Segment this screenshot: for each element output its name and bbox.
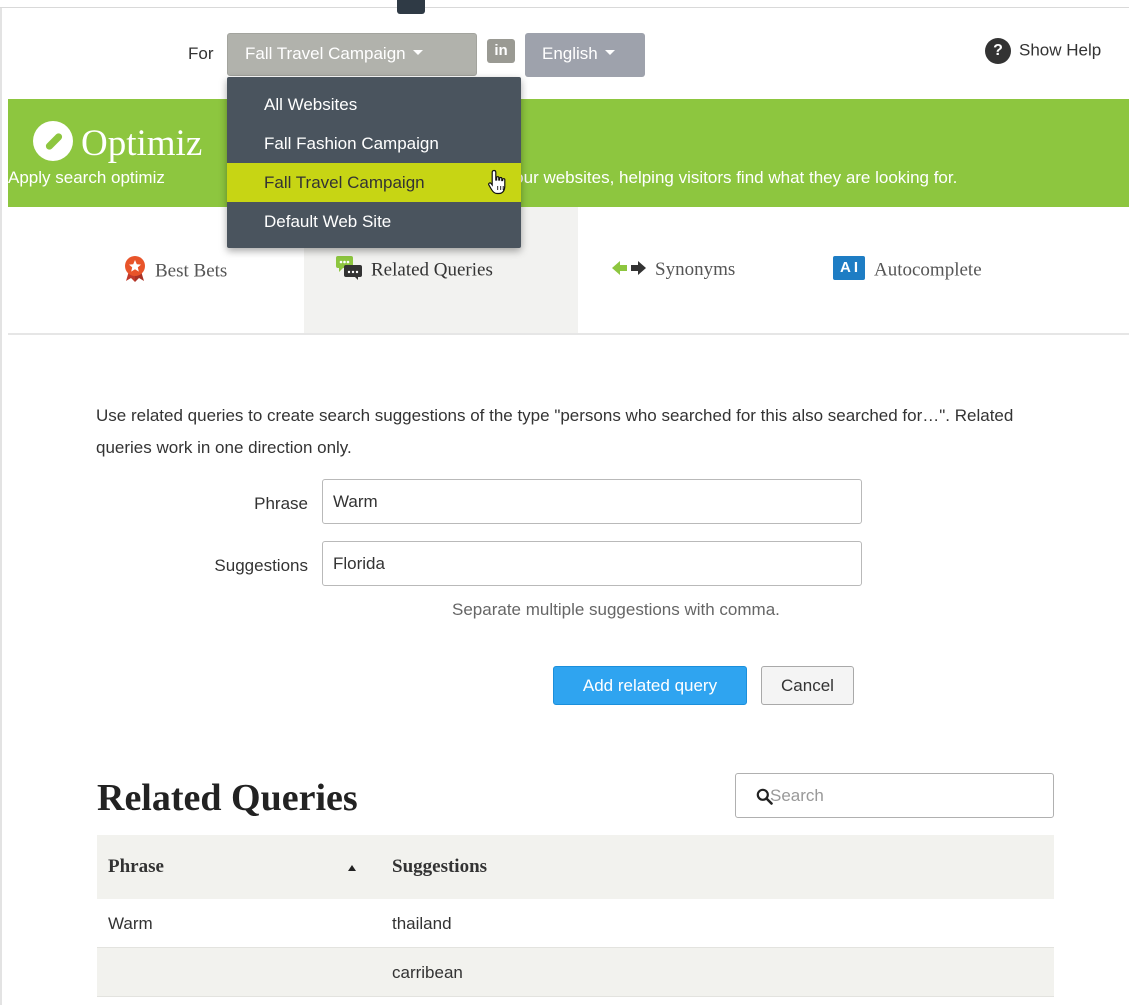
question-icon: ? [985, 38, 1011, 64]
site-selector[interactable]: Fall Travel Campaign [227, 33, 477, 76]
column-header-phrase[interactable]: Phrase [108, 856, 164, 878]
phrase-label: Phrase [254, 494, 308, 513]
hand-cursor-icon [488, 169, 506, 195]
suggestions-hint: Separate multiple suggestions with comma… [452, 600, 780, 619]
table-header: Phrase Suggestions [97, 835, 1054, 899]
page-title: Optimiz [33, 121, 202, 165]
page-banner: Optimiz Apply search optimiz n on your we… [8, 99, 1129, 207]
column-header-suggestions[interactable]: Suggestions [392, 856, 487, 878]
cancel-button[interactable]: Cancel [761, 666, 854, 705]
tab-bar: Best Bets Related Queries Synonyms A I Au… [8, 207, 1129, 335]
menu-item-fall-fashion-campaign[interactable]: Fall Fashion Campaign [227, 124, 521, 163]
table-row[interactable]: carribean [97, 948, 1054, 997]
menu-item-fall-travel-campaign-label: Fall Travel Campaign [264, 173, 425, 192]
tab-best-bets[interactable]: Best Bets [124, 207, 227, 333]
chevron-down-icon [604, 50, 615, 56]
cell-suggestion: carribean [392, 963, 463, 982]
for-label: For [188, 44, 214, 63]
chevron-down-icon [412, 50, 423, 56]
menu-item-all-websites[interactable]: All Websites [227, 85, 521, 124]
best-bets-badge-icon [125, 256, 145, 282]
cell-phrase: Warm [108, 914, 153, 933]
intro-text: Use related queries to create search sug… [96, 406, 1014, 457]
in-label: in [487, 39, 515, 63]
tab-autocomplete-label: Autocomplete [874, 259, 982, 281]
cell-suggestion: thailand [392, 914, 452, 933]
menu-item-default-web-site[interactable]: Default Web Site [227, 202, 521, 241]
site-dropdown-menu: All Websites Fall Fashion Campaign Fall … [227, 77, 521, 248]
sort-ascending-icon[interactable] [348, 865, 356, 871]
page-title-text: Optimiz [81, 123, 203, 164]
show-help-link[interactable]: ? Show Help [985, 38, 1101, 64]
menu-item-fall-travel-campaign[interactable]: Fall Travel Campaign [227, 163, 521, 202]
add-related-query-button[interactable]: Add related query [553, 666, 747, 705]
double-arrow-icon [612, 260, 646, 275]
tab-related-queries-label: Related Queries [371, 259, 493, 281]
related-queries-heading: Related Queries [97, 777, 358, 819]
show-help-label: Show Help [1019, 40, 1102, 60]
suggestions-label: Suggestions [214, 556, 308, 575]
top-handle[interactable] [397, 0, 425, 14]
table-row[interactable]: Warm thailand [97, 899, 1054, 948]
language-selector[interactable]: English [525, 33, 645, 77]
related-queries-table: Phrase Suggestions Warm thailand carribe… [97, 835, 1054, 997]
tab-autocomplete[interactable]: A I Autocomplete [833, 207, 982, 333]
search-box [735, 773, 1054, 818]
suggestions-input[interactable] [322, 541, 862, 586]
window-top-edge [0, 0, 1129, 8]
site-selector-value: Fall Travel Campaign [245, 44, 406, 63]
chat-bubbles-icon [336, 256, 362, 280]
search-input[interactable] [770, 775, 1046, 816]
language-selector-value: English [542, 44, 598, 63]
page-description-left: Apply search optimiz [8, 168, 165, 187]
phrase-input[interactable] [322, 479, 862, 524]
ai-text-icon: A I [833, 256, 865, 280]
tab-synonyms[interactable]: Synonyms [612, 207, 735, 333]
gauge-icon [33, 121, 73, 161]
tab-synonyms-label: Synonyms [655, 259, 736, 280]
window-left-edge [0, 8, 2, 1005]
tab-best-bets-label: Best Bets [155, 260, 228, 282]
page-description-right: n on your websites, helping visitors fin… [467, 168, 958, 187]
